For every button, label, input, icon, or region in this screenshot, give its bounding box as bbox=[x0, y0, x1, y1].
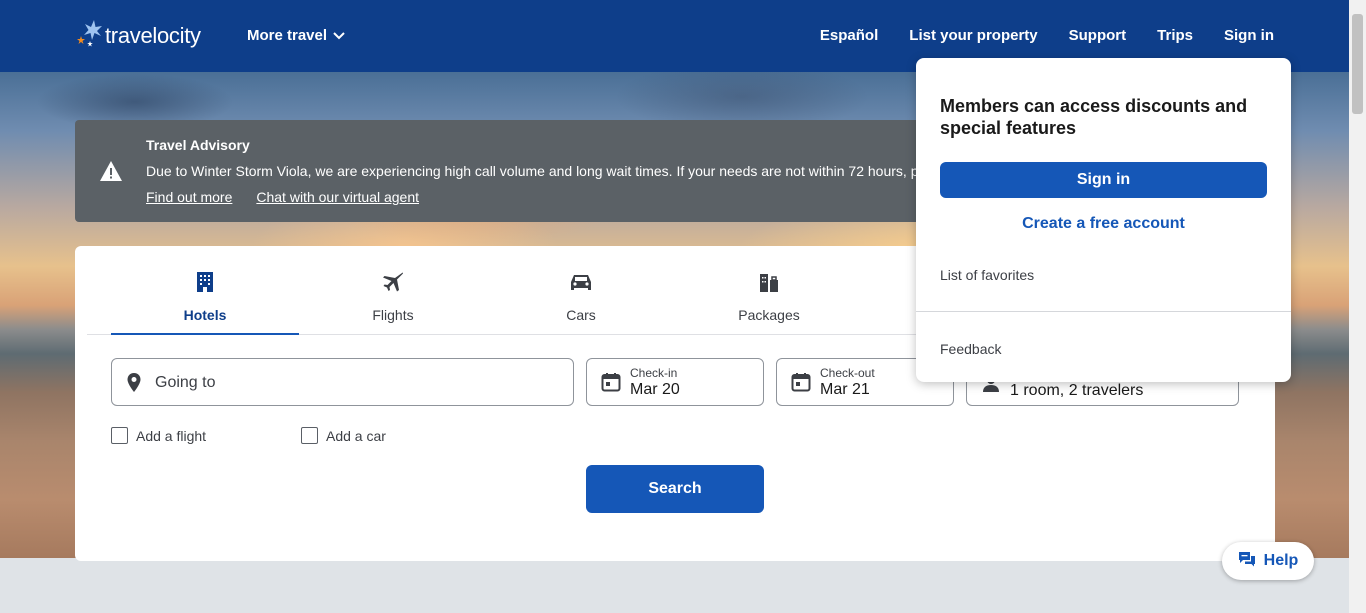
scrollbar-thumb[interactable] bbox=[1352, 14, 1363, 114]
travelers-value: 1 room, 2 travelers bbox=[1010, 382, 1144, 399]
checkbox-box[interactable] bbox=[111, 427, 128, 444]
chat-bubble-icon bbox=[1238, 551, 1256, 572]
add-flight-checkbox[interactable]: Add a flight bbox=[111, 427, 206, 444]
brand-name: travelocity bbox=[105, 23, 201, 48]
help-label: Help bbox=[1263, 552, 1299, 569]
going-to-placeholder: Going to bbox=[155, 374, 216, 391]
add-car-checkbox[interactable]: Add a car bbox=[301, 427, 386, 444]
feedback-link[interactable]: Feedback bbox=[940, 341, 1001, 357]
virtual-agent-link[interactable]: Chat with our virtual agent bbox=[256, 189, 419, 205]
calendar-icon bbox=[601, 372, 621, 397]
add-car-label: Add a car bbox=[326, 427, 386, 444]
warning-icon bbox=[99, 160, 123, 187]
calendar-icon bbox=[791, 372, 811, 397]
tab-packages-label: Packages bbox=[738, 307, 800, 323]
dropdown-sign-in-button[interactable]: Sign in bbox=[940, 162, 1267, 198]
more-travel-label: More travel bbox=[247, 27, 328, 44]
nav-list-property[interactable]: List your property bbox=[909, 27, 1037, 44]
location-pin-icon bbox=[126, 372, 142, 399]
car-icon bbox=[570, 270, 592, 294]
travelocity-logo[interactable]: travelocity bbox=[75, 18, 201, 50]
plane-icon bbox=[382, 270, 404, 294]
account-dropdown-menu: Members can access discounts and special… bbox=[916, 58, 1291, 382]
checkin-label: Check-in bbox=[630, 366, 678, 380]
create-account-link[interactable]: Create a free account bbox=[940, 215, 1267, 233]
divider bbox=[916, 311, 1291, 312]
checkin-value: Mar 20 bbox=[630, 381, 680, 398]
checkin-field[interactable]: Check-in Mar 20 bbox=[586, 358, 764, 406]
tab-flights[interactable]: Flights bbox=[299, 246, 487, 335]
packages-icon bbox=[758, 270, 780, 294]
checkout-label: Check-out bbox=[820, 366, 875, 380]
page-scrollbar[interactable] bbox=[1349, 0, 1366, 613]
find-out-more-link[interactable]: Find out more bbox=[146, 189, 232, 205]
checkout-value: Mar 21 bbox=[820, 381, 870, 398]
checkbox-box[interactable] bbox=[301, 427, 318, 444]
tab-hotels-label: Hotels bbox=[183, 307, 227, 323]
nav-trips[interactable]: Trips bbox=[1157, 27, 1193, 44]
add-flight-label: Add a flight bbox=[136, 427, 207, 444]
chevron-down-icon bbox=[333, 27, 345, 44]
members-heading: Members can access discounts and special… bbox=[940, 96, 1248, 138]
travel-advisory-banner: Travel Advisory Due to Winter Storm Viol… bbox=[75, 120, 935, 222]
tab-cars-label: Cars bbox=[566, 307, 596, 323]
tab-packages[interactable]: Packages bbox=[675, 246, 863, 335]
search-button[interactable]: Search bbox=[586, 465, 764, 513]
going-to-field[interactable]: Going to bbox=[111, 358, 574, 406]
nav-language[interactable]: Español bbox=[820, 27, 878, 44]
nav-support[interactable]: Support bbox=[1069, 27, 1127, 44]
advisory-text: Due to Winter Storm Viola, we are experi… bbox=[146, 163, 919, 179]
tab-cars[interactable]: Cars bbox=[487, 246, 675, 335]
tab-flights-label: Flights bbox=[372, 307, 414, 323]
more-travel-menu[interactable]: More travel bbox=[247, 27, 345, 44]
logo-star-icon bbox=[75, 18, 105, 50]
advisory-title: Travel Advisory bbox=[146, 137, 250, 153]
nav-sign-in[interactable]: Sign in bbox=[1224, 27, 1274, 44]
favorites-link[interactable]: List of favorites bbox=[940, 267, 1034, 283]
hotel-icon bbox=[195, 270, 215, 294]
help-button[interactable]: Help bbox=[1222, 542, 1314, 580]
tab-hotels[interactable]: Hotels bbox=[111, 246, 299, 335]
header-nav: Español List your property Support Trips… bbox=[820, 27, 1274, 44]
